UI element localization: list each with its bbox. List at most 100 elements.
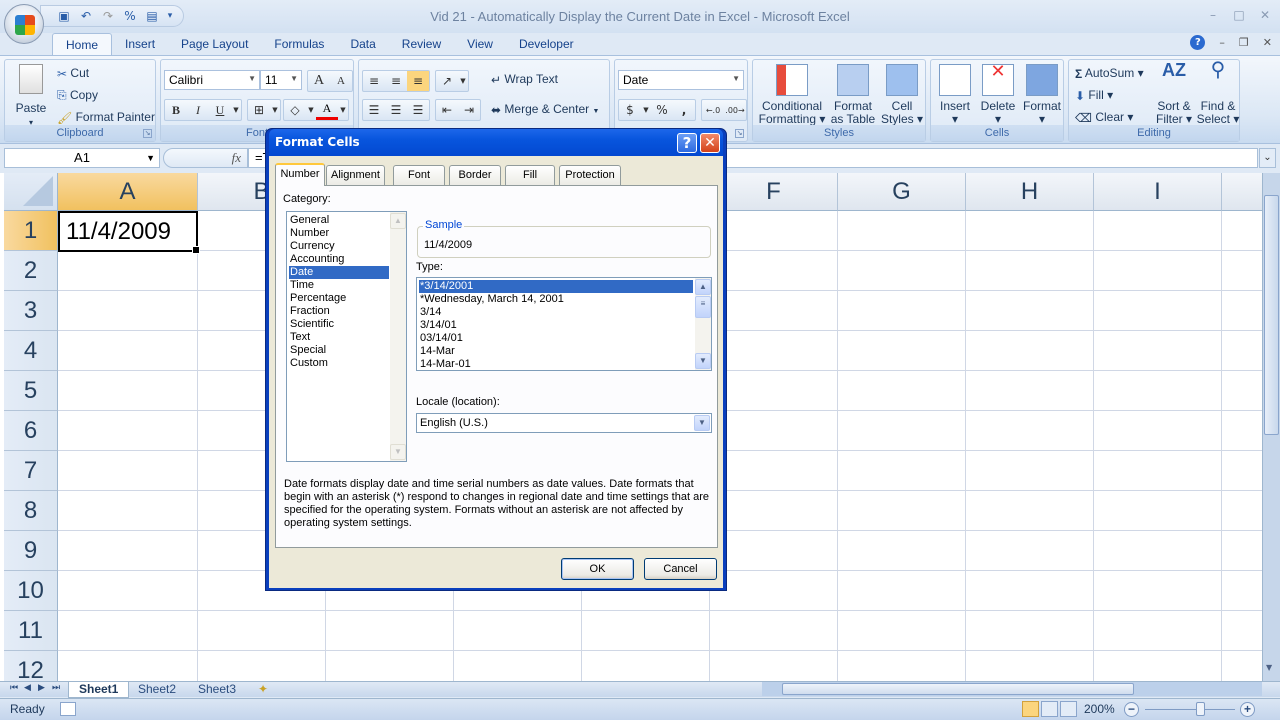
currency-button[interactable]: $ — [619, 100, 641, 120]
bold-button[interactable]: B — [165, 100, 187, 120]
tab-insert[interactable]: Insert — [112, 33, 168, 55]
align-right-icon[interactable]: ☰ — [407, 100, 429, 120]
row-header-9[interactable]: 9 — [4, 531, 58, 571]
chevron-down-icon[interactable]: ▼ — [231, 100, 241, 120]
column-header-partial[interactable] — [1222, 173, 1262, 211]
close-window-button[interactable]: ✕ — [1254, 8, 1276, 22]
ok-button[interactable]: OK — [561, 558, 634, 580]
sheet-tab-sheet1[interactable]: Sheet1 — [68, 682, 130, 698]
column-header-g[interactable]: G — [838, 173, 966, 211]
category-item-date[interactable]: Date — [289, 266, 389, 279]
row-header-4[interactable]: 4 — [4, 331, 58, 371]
undo-icon[interactable]: ↶ — [77, 8, 95, 24]
vertical-scroll-thumb[interactable] — [1264, 195, 1279, 435]
row-header-5[interactable]: 5 — [4, 371, 58, 411]
column-header-a[interactable]: A — [58, 173, 198, 211]
category-item-fraction[interactable]: Fraction — [289, 305, 389, 318]
column-header-i[interactable]: I — [1094, 173, 1222, 211]
sheet-tab-sheet3[interactable]: Sheet3 — [188, 682, 246, 698]
category-scrollbar[interactable]: ▲ ▼ — [390, 212, 406, 461]
tab-data[interactable]: Data — [337, 33, 388, 55]
redo-icon[interactable]: ↷ — [99, 8, 117, 24]
category-item-percentage[interactable]: Percentage — [289, 292, 389, 305]
type-scrollbar[interactable]: ▲ ≡ ▼ — [695, 278, 711, 370]
row-header-3[interactable]: 3 — [4, 291, 58, 331]
zoom-out-icon[interactable]: − — [1124, 702, 1139, 717]
format-cells-button[interactable]: Format ▾ — [1021, 64, 1063, 126]
cut-button[interactable]: ✂ Cut — [57, 66, 89, 81]
save-icon[interactable]: ▣ — [55, 8, 73, 24]
insert-sheet-icon[interactable]: ✦ — [248, 682, 278, 698]
font-color-icon[interactable]: A — [316, 100, 338, 120]
row-header-7[interactable]: 7 — [4, 451, 58, 491]
align-center-icon[interactable]: ☰ — [385, 100, 407, 120]
minimize-button[interactable]: – — [1202, 8, 1224, 22]
dialog-tab-fill[interactable]: Fill — [505, 165, 555, 185]
type-item[interactable]: 14-Mar — [419, 345, 693, 358]
number-format-combo[interactable]: Date ▼ — [618, 70, 744, 90]
tab-review[interactable]: Review — [389, 33, 454, 55]
scroll-down-icon[interactable]: ▼ — [1266, 663, 1272, 672]
macro-record-icon[interactable] — [60, 702, 76, 716]
category-list[interactable]: General Number Currency Accounting Date Time P… — [286, 211, 407, 462]
dialog-tab-alignment[interactable]: Alignment — [326, 165, 385, 185]
align-middle-icon[interactable]: ≡ — [385, 71, 407, 91]
dialog-help-button[interactable]: ? — [677, 133, 697, 153]
fx-icon[interactable]: fx — [232, 150, 241, 166]
align-left-icon[interactable]: ☰ — [363, 100, 385, 120]
workbook-restore-button[interactable]: ❐ — [1239, 36, 1249, 49]
dialog-tab-protection[interactable]: Protection — [559, 165, 621, 185]
italic-button[interactable]: I — [187, 100, 209, 120]
clipboard-launcher-icon[interactable]: ↘ — [143, 129, 152, 138]
category-item-text[interactable]: Text — [289, 331, 389, 344]
select-all-button[interactable] — [4, 173, 58, 211]
expand-formula-bar-icon[interactable]: ⌄ — [1259, 148, 1276, 168]
align-top-icon[interactable]: ≡ — [363, 71, 385, 91]
cell-a1[interactable]: 11/4/2009 — [58, 211, 200, 254]
scroll-down-icon[interactable]: ▼ — [695, 353, 711, 369]
prev-sheet-icon[interactable]: ◀ — [24, 683, 31, 693]
last-sheet-icon[interactable]: ⏭ — [52, 683, 60, 693]
dialog-tab-border[interactable]: Border — [449, 165, 501, 185]
type-item[interactable]: *3/14/2001 — [419, 280, 693, 293]
chevron-down-icon[interactable]: ▼ — [338, 100, 348, 120]
borders-button[interactable]: ⊞ ▼ — [247, 99, 281, 121]
row-header-12[interactable]: 12 — [4, 651, 58, 681]
scroll-down-icon[interactable]: ▼ — [390, 444, 406, 460]
percent-button[interactable]: % — [651, 100, 673, 120]
next-sheet-icon[interactable]: ▶ — [38, 683, 45, 693]
row-header-6[interactable]: 6 — [4, 411, 58, 451]
grow-font-icon[interactable]: A — [308, 71, 330, 91]
autosum-button[interactable]: Σ AutoSum ▾ — [1075, 66, 1144, 81]
sheet-tab-sheet2[interactable]: Sheet2 — [128, 682, 186, 698]
customize-icon[interactable]: ▾ — [165, 8, 175, 24]
shrink-font-icon[interactable]: A — [330, 71, 352, 91]
category-item-accounting[interactable]: Accounting — [289, 253, 389, 266]
type-list[interactable]: *3/14/2001 *Wednesday, March 14, 2001 3/14… — [416, 277, 712, 371]
tab-page-layout[interactable]: Page Layout — [168, 33, 261, 55]
row-header-11[interactable]: 11 — [4, 611, 58, 651]
dialog-tab-number[interactable]: Number — [275, 163, 325, 186]
normal-view-icon[interactable] — [1022, 701, 1039, 717]
office-button[interactable] — [4, 4, 44, 44]
decrease-decimal-icon[interactable]: .00→ — [724, 100, 746, 120]
type-item[interactable]: 14-Mar-01 — [419, 358, 693, 371]
clear-button[interactable]: ⌫ Clear ▾ — [1075, 110, 1133, 125]
chevron-down-icon[interactable]: ▼ — [641, 100, 651, 120]
fill-color-icon[interactable]: ◇ — [284, 100, 306, 120]
category-item-currency[interactable]: Currency — [289, 240, 389, 253]
tab-developer[interactable]: Developer — [506, 33, 587, 55]
page-break-view-icon[interactable] — [1060, 701, 1077, 717]
increase-indent-icon[interactable]: ⇥ — [458, 100, 480, 120]
row-header-2[interactable]: 2 — [4, 251, 58, 291]
horizontal-scroll-thumb[interactable] — [782, 683, 1134, 695]
first-sheet-icon[interactable]: ⏮ — [10, 683, 18, 693]
zoom-slider-track[interactable] — [1145, 709, 1235, 710]
help-icon[interactable]: ? — [1190, 35, 1206, 50]
dialog-title-bar[interactable]: Format Cells ? ✕ — [269, 129, 723, 156]
type-item[interactable]: 3/14/01 — [419, 319, 693, 332]
conditional-formatting-button[interactable]: Conditional Formatting ▾ — [757, 64, 827, 126]
type-scroll-thumb[interactable]: ≡ — [695, 296, 711, 318]
zoom-slider-thumb[interactable] — [1196, 702, 1205, 716]
zoom-level[interactable]: 200% — [1084, 702, 1115, 716]
